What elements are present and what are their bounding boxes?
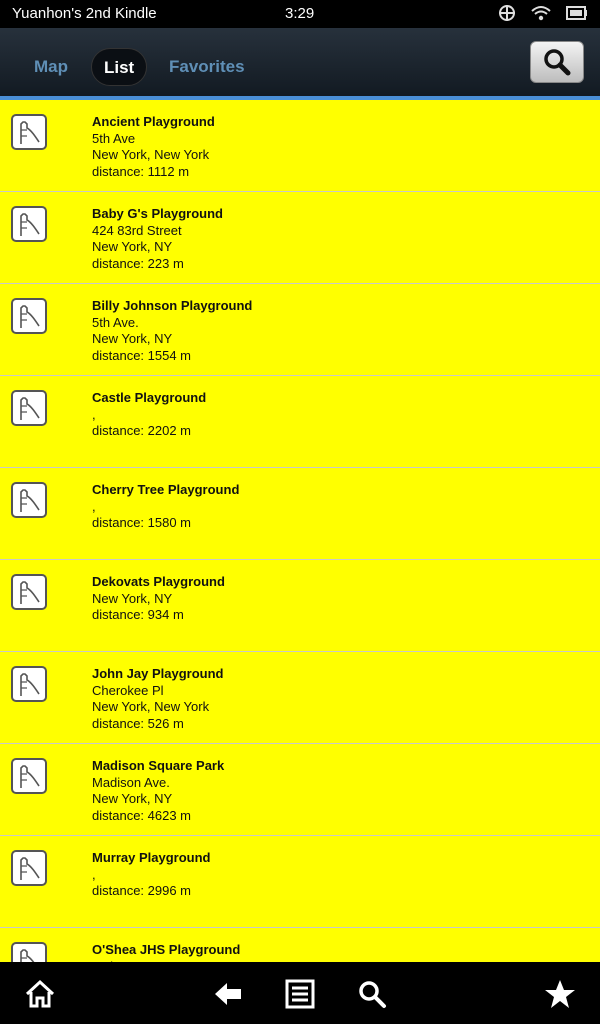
playground-slide-icon <box>11 942 47 962</box>
sync-icon <box>499 5 515 21</box>
status-icons <box>498 4 588 22</box>
list-item[interactable]: Cherry Tree Playground , distance: 1580 … <box>0 468 600 560</box>
device-name: Yuanhon's 2nd Kindle <box>12 5 157 22</box>
item-address-line1: , <box>92 866 96 882</box>
item-address-line2: New York, New York <box>92 699 210 714</box>
item-address-line2: New York, NY <box>92 239 173 254</box>
menu-icon[interactable] <box>284 978 316 1010</box>
search-button[interactable] <box>530 41 584 83</box>
tab-map[interactable]: Map <box>22 48 80 86</box>
back-icon[interactable] <box>212 978 244 1010</box>
item-name: Murray Playground <box>92 850 211 865</box>
playground-slide-icon <box>11 390 47 426</box>
playground-slide-icon <box>11 298 47 334</box>
tab-favorites[interactable]: Favorites <box>157 48 257 86</box>
item-address-line1: , <box>92 406 96 422</box>
item-name: Cherry Tree Playground <box>92 482 240 497</box>
bottom-toolbar <box>0 962 600 1024</box>
home-icon[interactable] <box>24 978 56 1010</box>
item-distance: distance: 1580 m <box>92 515 192 530</box>
favorites-star-icon[interactable] <box>544 978 576 1010</box>
list-item[interactable]: Castle Playground , distance: 2202 m <box>0 376 600 468</box>
item-address-line1: Madison Ave. <box>92 774 170 790</box>
battery-icon <box>566 6 587 20</box>
item-name: John Jay Playground <box>92 666 224 681</box>
top-navigation: Map List Favorites <box>0 28 600 96</box>
item-address-line1: Cherokee Pl <box>92 682 164 698</box>
playground-slide-icon <box>11 758 47 794</box>
tab-list[interactable]: List <box>91 48 148 86</box>
list-item[interactable]: Murray Playground , distance: 2996 m <box>0 836 600 928</box>
playground-slide-icon <box>11 574 47 610</box>
item-distance: distance: 2996 m <box>92 883 192 898</box>
item-name: O'Shea JHS Playground <box>92 942 241 957</box>
item-address-line2: New York, New York <box>92 147 210 162</box>
search-icon <box>544 49 571 76</box>
item-address-line1: New York, NY <box>92 590 173 606</box>
item-name: Madison Square Park <box>92 758 225 773</box>
playground-slide-icon <box>11 850 47 886</box>
item-distance: distance: 1554 m <box>92 347 192 363</box>
item-address-line1: 5th Ave. <box>92 314 139 330</box>
playground-slide-icon <box>11 666 47 702</box>
playground-list[interactable]: Ancient Playground 5th Ave New York, New… <box>0 100 600 962</box>
list-item[interactable]: Madison Square Park Madison Ave. New Yor… <box>0 744 600 836</box>
list-item[interactable]: Ancient Playground 5th Ave New York, New… <box>0 100 600 192</box>
item-address-line2: New York, NY <box>92 791 173 806</box>
list-item[interactable]: Billy Johnson Playground 5th Ave. New Yo… <box>0 284 600 376</box>
item-name: Dekovats Playground <box>92 574 225 589</box>
list-item[interactable]: O'Shea JHS Playground 77th <box>0 928 600 962</box>
item-address-line1: , <box>92 498 96 514</box>
item-name: Castle Playground <box>92 390 207 405</box>
item-distance: distance: 1112 m <box>92 163 190 179</box>
item-name: Billy Johnson Playground <box>92 298 253 313</box>
search-toolbar-icon[interactable] <box>356 978 388 1010</box>
playground-slide-icon <box>11 482 47 518</box>
item-distance: distance: 2202 m <box>92 423 192 438</box>
list-item[interactable]: Dekovats Playground New York, NY distanc… <box>0 560 600 652</box>
item-distance: distance: 526 m <box>92 715 184 731</box>
item-name: Baby G's Playground <box>92 206 223 221</box>
item-distance: distance: 4623 m <box>92 807 192 823</box>
playground-slide-icon <box>11 206 47 242</box>
item-address-line1: 5th Ave <box>92 130 136 146</box>
clock: 3:29 <box>285 5 315 22</box>
item-name: Ancient Playground <box>92 114 215 129</box>
item-address-line2: New York, NY <box>92 331 173 346</box>
list-item[interactable]: Baby G's Playground 424 83rd Street New … <box>0 192 600 284</box>
playground-slide-icon <box>11 114 47 150</box>
list-item[interactable]: John Jay Playground Cherokee Pl New York… <box>0 652 600 744</box>
item-address-line1: 424 83rd Street <box>92 222 182 238</box>
status-bar: Yuanhon's 2nd Kindle 3:29 <box>0 0 600 28</box>
item-distance: distance: 223 m <box>92 255 184 271</box>
wifi-icon <box>531 6 551 21</box>
item-distance: distance: 934 m <box>92 607 184 622</box>
